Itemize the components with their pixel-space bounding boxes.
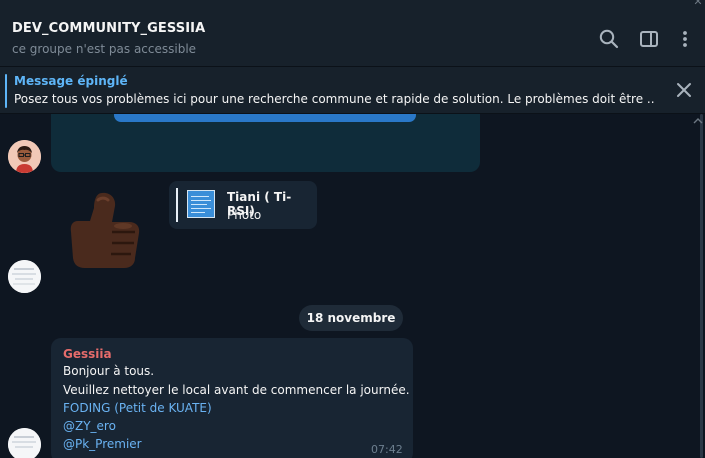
chat-title[interactable]: DEV_COMMUNITY_GESSIIA [12, 21, 205, 36]
message-sender[interactable]: Gessiia [63, 347, 112, 361]
window-maximize-button[interactable] [656, 0, 686, 9]
avatar[interactable] [8, 428, 41, 458]
message-bubble[interactable]: Gessiia Bonjour à tous. Veuillez nettoye… [51, 338, 413, 458]
mention-link[interactable]: @ZY_ero [63, 419, 116, 433]
pinned-text: Posez tous vos problèmes ici pour une re… [14, 92, 654, 106]
scroll-up-icon[interactable] [693, 116, 703, 126]
avatar[interactable] [8, 260, 41, 293]
window-close-button[interactable]: ✕ [683, 0, 705, 9]
message-time: 07:42 [371, 443, 403, 456]
pinned-accent-bar [5, 74, 7, 108]
pinned-message-bar[interactable]: Message épinglé Posez tous vos problèmes… [0, 67, 705, 114]
avatar[interactable] [8, 140, 41, 173]
close-icon[interactable] [674, 80, 694, 100]
search-icon[interactable] [598, 28, 620, 50]
scrollbar-thumb[interactable] [700, 114, 703, 458]
message-line: Veuillez nettoyer le local avant de comm… [63, 383, 410, 397]
window-title-strip: ✕ [0, 0, 705, 10]
date-separator: 18 novembre [299, 305, 403, 331]
media-action-button[interactable] [114, 114, 416, 122]
chat-window: ✕ DEV_COMMUNITY_GESSIIA ce groupe n'est … [0, 0, 705, 458]
message-scrollbar[interactable] [698, 114, 705, 458]
reply-type: Photo [227, 208, 262, 222]
more-vertical-icon[interactable] [674, 28, 696, 50]
photo-thumbnail[interactable] [187, 190, 215, 218]
mention-link[interactable]: @Pk_Premier [63, 437, 142, 451]
message-line: Bonjour à tous. [63, 364, 155, 378]
media-message[interactable] [51, 114, 480, 172]
reply-accent-bar [176, 188, 178, 222]
mention-link[interactable]: FODING (Petit de KUATE) [63, 401, 212, 415]
sidebar-toggle-icon[interactable] [638, 28, 660, 50]
chat-header: DEV_COMMUNITY_GESSIIA ce groupe n'est pa… [0, 10, 705, 67]
thumbs-up-sticker-icon[interactable] [68, 188, 148, 272]
chat-status: ce groupe n'est pas accessible [12, 42, 197, 56]
photo-message[interactable]: Tiani ( Ti-RSI) Photo [169, 181, 317, 229]
pinned-label: Message épinglé [14, 74, 128, 88]
